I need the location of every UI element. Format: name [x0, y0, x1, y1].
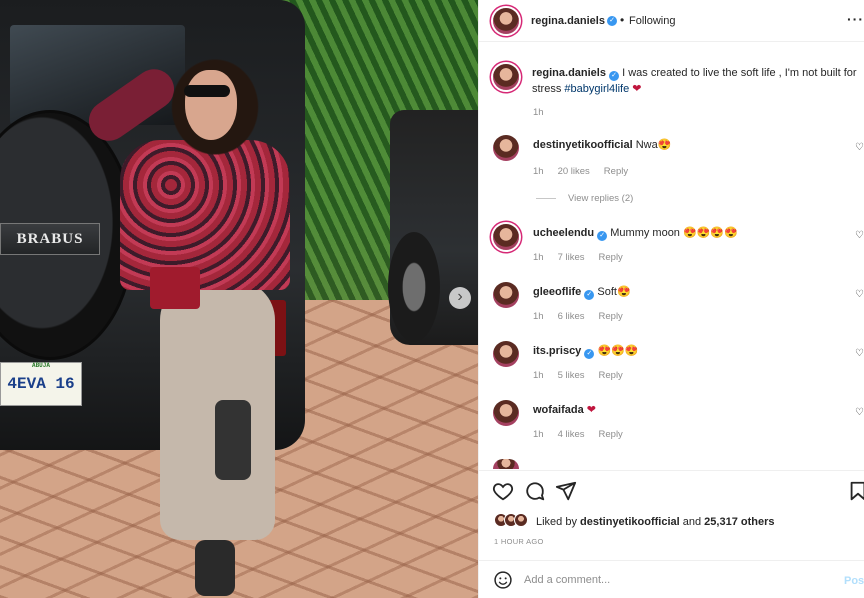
comment-composer: Post — [479, 560, 864, 598]
commenter-avatar[interactable] — [493, 400, 519, 426]
caption-author[interactable]: regina.daniels — [532, 67, 606, 79]
comment: wofaifada ❤ — [533, 403, 596, 416]
woman-face — [185, 70, 237, 140]
replies-divider — [536, 198, 556, 199]
comment-meta: 1h 6 likes Reply — [533, 311, 637, 322]
comment-username[interactable]: destinyetikoofficial — [533, 139, 633, 151]
verified-badge-icon: ✓ — [584, 349, 595, 359]
comment-username[interactable]: gleeoflife — [533, 286, 581, 298]
comment-emoji: ❤ — [586, 404, 597, 416]
comment-emoji: 😍 — [617, 286, 631, 298]
comment: gleeoflife ✓ Soft😍 — [533, 285, 631, 300]
comment-time: 1h — [533, 311, 544, 322]
verified-badge-icon: ✓ — [607, 16, 617, 26]
comment-body: Nwa — [635, 139, 658, 151]
like-comment-heart-icon[interactable]: ♡ — [855, 289, 864, 300]
emoji-picker-icon[interactable] — [493, 570, 513, 590]
reply-button[interactable]: Reply — [599, 252, 623, 263]
like-comment-heart-icon[interactable]: ♡ — [855, 230, 864, 241]
woman-blouse — [120, 140, 290, 290]
comment-body: Soft — [597, 286, 617, 298]
comment-username[interactable]: its.priscy — [533, 345, 581, 357]
sneaker-right — [195, 540, 235, 596]
sneaker-left — [215, 400, 251, 480]
post-side-panel: regina.daniels ✓ • Following ··· regina.… — [478, 0, 864, 598]
following-button[interactable]: Following — [629, 15, 675, 27]
verified-badge-icon: ✓ — [597, 231, 608, 241]
separator-dot: • — [620, 13, 625, 27]
liker-avatar — [514, 513, 528, 527]
post-timestamp: 1 HOUR AGO — [494, 537, 544, 546]
reply-button[interactable]: Reply — [599, 311, 623, 322]
save-bookmark-icon[interactable] — [847, 480, 864, 502]
comment-meta: 1h 20 likes Reply — [533, 166, 642, 177]
liked-by-and: and — [682, 516, 702, 528]
comment-emoji: 😍 — [657, 139, 672, 151]
comment-meta: 1h 5 likes Reply — [533, 370, 637, 381]
commenter-avatar[interactable] — [493, 282, 519, 308]
liked-by-others[interactable]: 25,317 others — [704, 516, 774, 528]
liked-by-summary: Liked by destinyetikoofficial and 25,317… — [536, 516, 775, 528]
comment-body: Mummy moon — [610, 227, 680, 239]
caption-hashtag[interactable]: #babygirl4life — [564, 83, 629, 95]
plate-state: ABUJA — [31, 362, 50, 369]
author-avatar[interactable] — [493, 8, 519, 34]
comment-likes[interactable]: 5 likes — [558, 370, 585, 381]
sunglasses — [184, 85, 230, 97]
add-comment-input[interactable] — [524, 570, 824, 590]
next-slide-button[interactable]: › — [449, 287, 471, 309]
comment-likes[interactable]: 4 likes — [558, 429, 585, 440]
post-photo[interactable]: BRABUS ABUJA 4EVA 16 › — [0, 0, 478, 598]
post-comment-button[interactable]: Post — [844, 575, 864, 587]
like-comment-heart-icon[interactable]: ♡ — [855, 407, 864, 418]
comment: ucheelendu ✓ Mummy moon 😍😍😍😍 — [533, 226, 738, 241]
post-caption: regina.daniels ✓ I was created to live t… — [532, 65, 857, 97]
verified-badge-icon: ✓ — [609, 71, 620, 81]
comment-username[interactable]: ucheelendu — [533, 227, 594, 239]
caption-time: 1h — [533, 107, 544, 118]
comment: its.priscy ✓ 😍😍😍 — [533, 344, 639, 359]
commenter-avatar[interactable] — [493, 224, 519, 250]
comment-time: 1h — [533, 429, 544, 440]
like-comment-heart-icon[interactable]: ♡ — [855, 142, 864, 153]
comment-likes[interactable]: 6 likes — [558, 311, 585, 322]
share-paper-plane-icon[interactable] — [555, 480, 577, 502]
comment-time: 1h — [533, 166, 544, 177]
caption-emoji: ❤ — [632, 83, 642, 95]
caption-author-avatar[interactable] — [493, 64, 519, 90]
license-plate: ABUJA 4EVA 16 — [0, 362, 82, 406]
like-comment-heart-icon[interactable]: ♡ — [855, 348, 864, 359]
author-username[interactable]: regina.daniels — [531, 15, 605, 27]
verified-badge-icon: ✓ — [584, 290, 595, 300]
liked-by-user[interactable]: destinyetikoofficial — [580, 516, 680, 528]
comment-meta: 1h 4 likes Reply — [533, 429, 637, 440]
post-header: regina.daniels ✓ • Following ··· — [479, 0, 864, 42]
comment-time: 1h — [533, 252, 544, 263]
more-options-icon[interactable]: ··· — [847, 11, 864, 27]
comment-username[interactable]: wofaifada — [533, 404, 584, 416]
comment-emoji: 😍😍😍 — [597, 345, 639, 357]
reply-button[interactable]: Reply — [599, 429, 623, 440]
comment-time: 1h — [533, 370, 544, 381]
reply-button[interactable]: Reply — [604, 166, 628, 177]
second-car-wheel — [388, 232, 440, 342]
comment-likes[interactable]: 7 likes — [558, 252, 585, 263]
reply-button[interactable]: Reply — [599, 370, 623, 381]
brabus-badge: BRABUS — [0, 223, 100, 255]
post-actions — [479, 470, 864, 560]
commenter-avatar-partial — [493, 459, 519, 469]
liked-by-prefix: Liked by — [536, 516, 577, 528]
view-replies-button[interactable]: View replies (2) — [568, 193, 633, 204]
like-heart-icon[interactable] — [492, 480, 514, 502]
comment-emoji: 😍😍😍😍 — [683, 227, 738, 239]
comment-likes[interactable]: 20 likes — [558, 166, 590, 177]
comment-meta: 1h 7 likes Reply — [533, 252, 637, 263]
plate-number: 4EVA 16 — [7, 375, 75, 393]
commenter-avatar[interactable] — [493, 135, 519, 161]
comment: destinyetikoofficial Nwa😍 — [533, 138, 671, 151]
red-handbag — [150, 267, 200, 309]
comment-bubble-icon[interactable] — [524, 480, 546, 502]
commenter-avatar[interactable] — [493, 341, 519, 367]
